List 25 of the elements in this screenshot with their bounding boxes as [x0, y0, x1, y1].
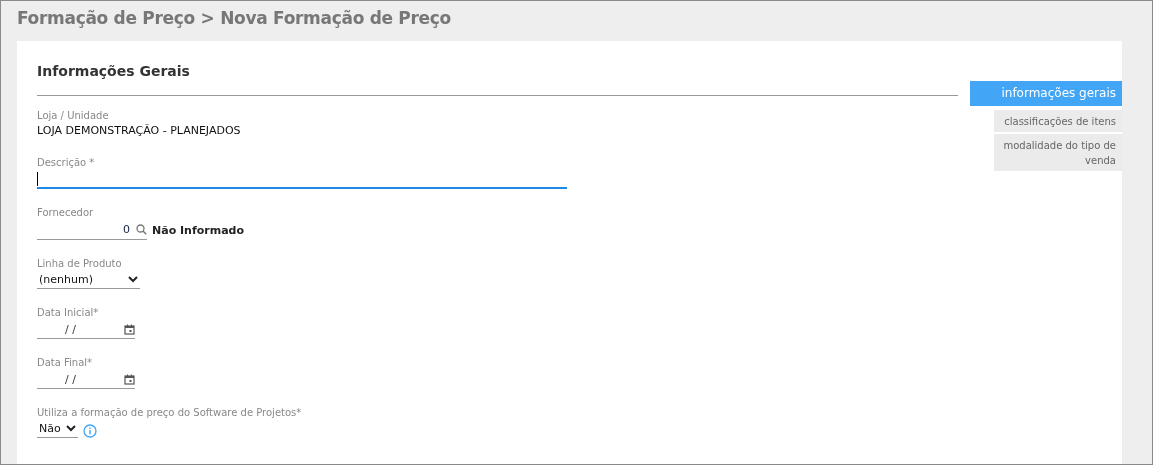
field-label: Utiliza a formação de preço do Software de Projetos* — [37, 406, 303, 420]
breadcrumb-title: Formação de Preço > Nova Formação de Preço — [17, 7, 452, 30]
code-input[interactable]: 0 — [37, 220, 147, 240]
field-label: Descrição * — [37, 156, 96, 170]
dropdown[interactable]: (nenhum) — [37, 271, 140, 289]
calendar-icon[interactable] — [124, 323, 135, 335]
section-title: Informações Gerais — [37, 63, 191, 81]
supplier-name: Não Informado — [152, 223, 245, 239]
calendar-icon[interactable] — [124, 373, 135, 385]
text-input[interactable] — [37, 170, 567, 189]
field-label: Data Inicial* — [37, 306, 100, 320]
field-value: LOJA DEMONSTRAÇÃO - PLANEJADOS — [37, 123, 242, 139]
field-label: Linha de Produto — [37, 257, 123, 271]
date-input[interactable]: / / — [37, 370, 135, 389]
field-label: Data Final* — [37, 356, 94, 370]
dropdown[interactable]: Não — [37, 420, 78, 438]
chevron-down-icon — [66, 425, 76, 432]
info-icon[interactable] — [83, 424, 97, 438]
search-icon[interactable] — [136, 224, 147, 235]
date-input[interactable]: / / — [37, 320, 135, 339]
nav-tab[interactable]: classificações de itens — [994, 110, 1122, 132]
chevron-down-icon — [128, 276, 138, 283]
field-label: Loja / Unidade — [37, 109, 110, 123]
nav-tab[interactable]: modalidade do tipo de venda — [994, 134, 1122, 171]
field-label: Fornecedor — [37, 206, 95, 220]
